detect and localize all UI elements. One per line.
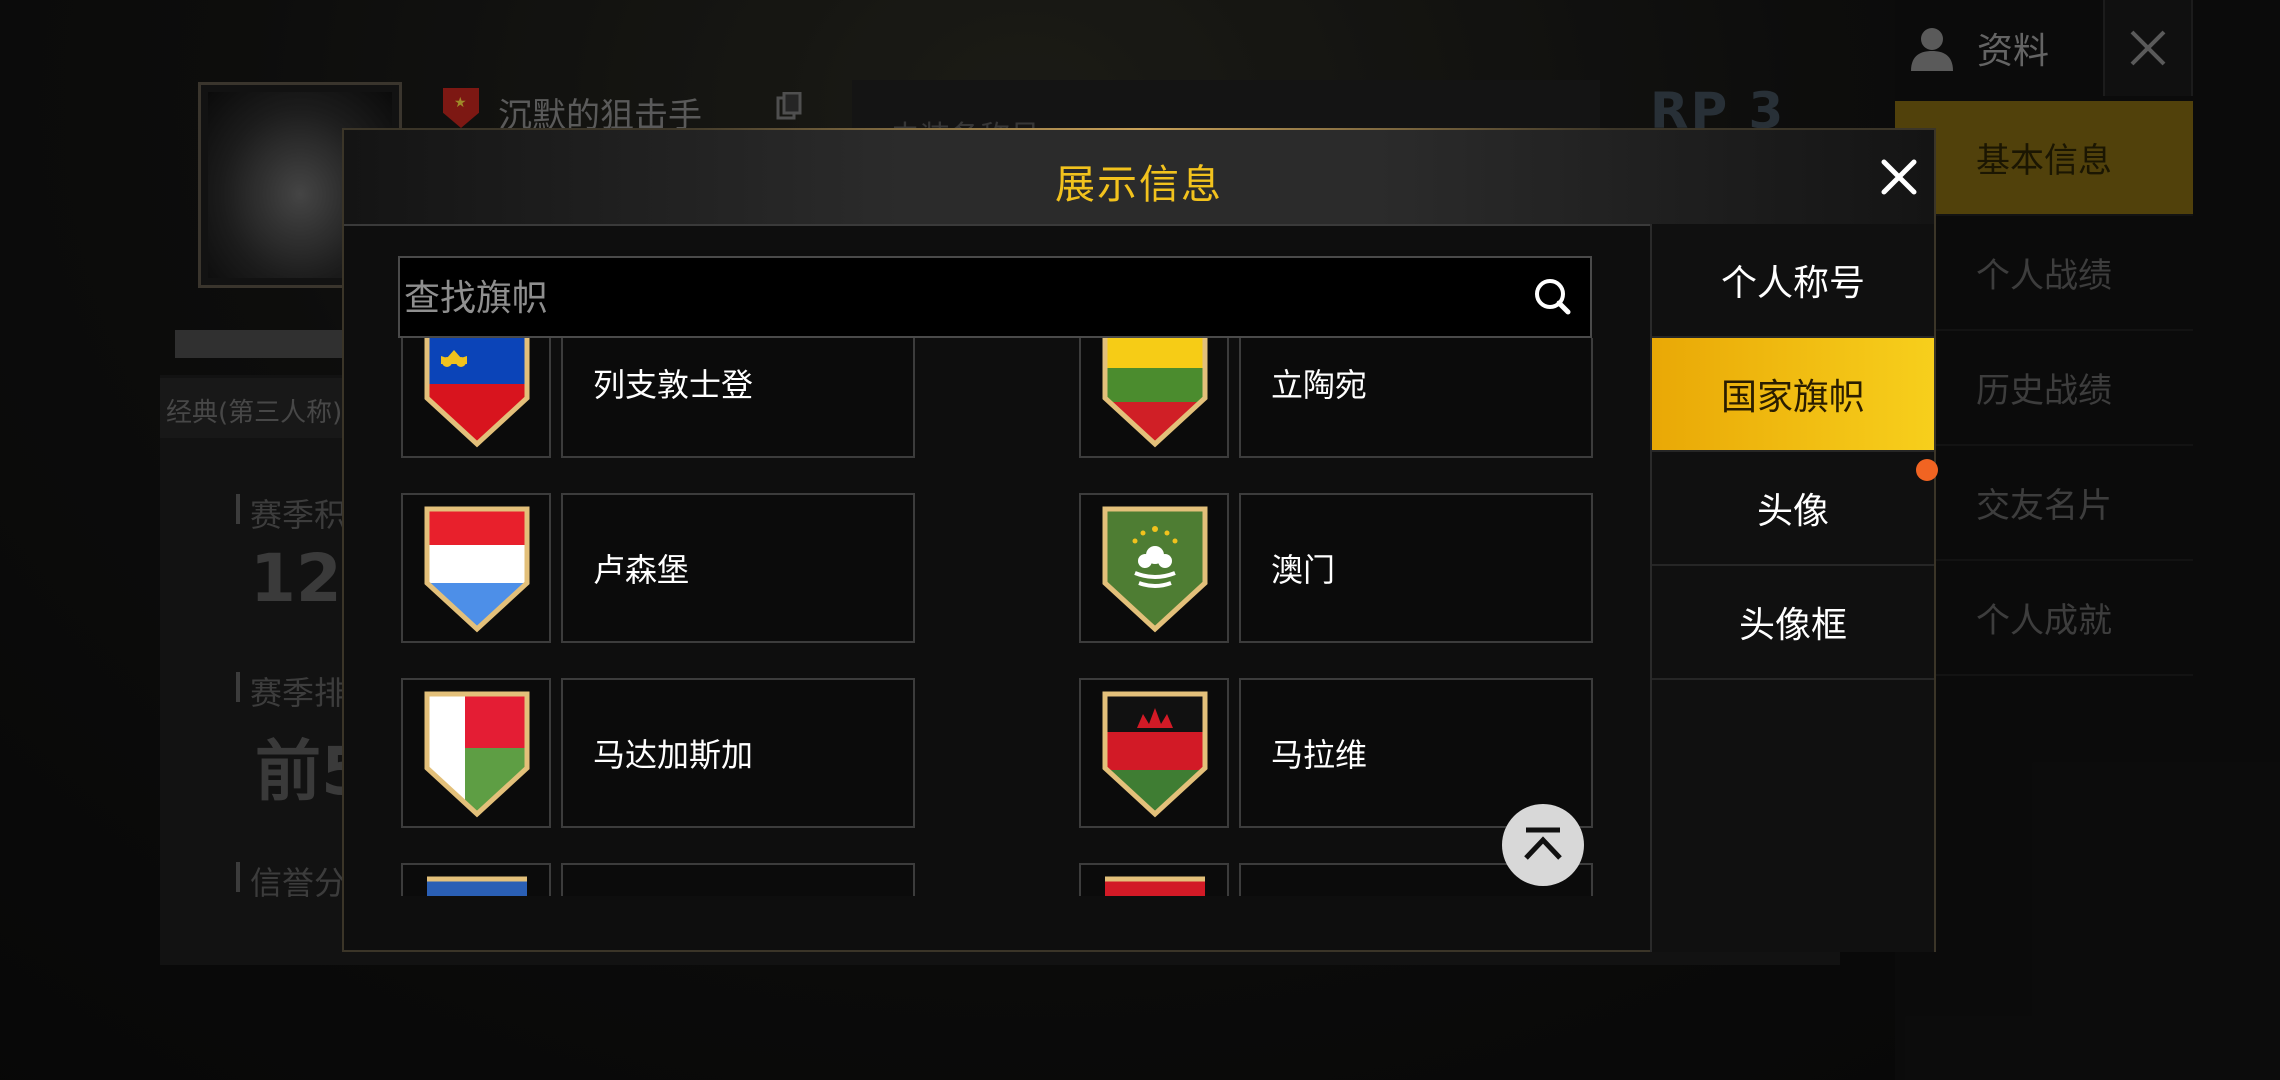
luxembourg-flag-icon: [424, 506, 530, 633]
dialog-header: 展示信息: [344, 128, 1934, 226]
flag-icon: [427, 876, 527, 896]
notification-dot: [1916, 459, 1938, 481]
flag-name-box: 澳门: [1239, 493, 1593, 643]
flag-icon: [1105, 876, 1205, 896]
flag-name: 列支敦士登: [593, 366, 754, 404]
tab-avatar[interactable]: 头像: [1652, 452, 1934, 566]
flag-name-box: [561, 863, 915, 896]
search-icon[interactable]: [1532, 276, 1572, 316]
flag-name: 卢森堡: [593, 551, 690, 589]
flag-thumbnail: [1079, 493, 1229, 643]
flag-name: 澳门: [1271, 551, 1336, 589]
macau-flag-icon: [1102, 506, 1208, 633]
display-info-dialog: 展示信息 查找旗帜 列支敦士登 立陶宛 卢森堡 澳门 马达加斯加 马拉维 个人称…: [342, 128, 1936, 952]
malawi-flag-icon: [1102, 691, 1208, 818]
flag-name: 马达加斯加: [593, 736, 754, 774]
tab-personal-title[interactable]: 个人称号: [1652, 224, 1934, 338]
dialog-tabs: 个人称号 国家旗帜 头像 头像框: [1650, 224, 1934, 952]
flag-grid: 列支敦士登 立陶宛 卢森堡 澳门 马达加斯加 马拉维: [344, 338, 1650, 896]
lithuania-flag-icon: [1102, 338, 1208, 448]
flag-name-box: 列支敦士登: [561, 338, 915, 458]
flag-name-box: 马达加斯加: [561, 678, 915, 828]
madagascar-flag-icon: [424, 691, 530, 818]
flag-thumbnail: [401, 863, 551, 896]
flag-search-box[interactable]: [398, 256, 1592, 338]
tab-avatar-frame[interactable]: 头像框: [1652, 566, 1934, 680]
flag-name-box: 卢森堡: [561, 493, 915, 643]
flag-list-area: 列支敦士登 立陶宛: [344, 224, 1650, 952]
dialog-title: 展示信息: [1055, 162, 1223, 208]
close-icon[interactable]: [1874, 152, 1924, 202]
flag-name: 立陶宛: [1271, 366, 1368, 404]
flag-thumbnail: [1079, 863, 1229, 896]
flag-thumbnail: [401, 338, 551, 458]
flag-thumbnail: [401, 678, 551, 828]
flag-name: 马拉维: [1271, 736, 1368, 774]
flag-name-box: 立陶宛: [1239, 338, 1593, 458]
flag-thumbnail: [1079, 338, 1229, 458]
liechtenstein-flag-icon: [424, 338, 530, 448]
flag-thumbnail: [1079, 678, 1229, 828]
chevron-up-icon: [1524, 827, 1562, 860]
tab-national-flag[interactable]: 国家旗帜: [1652, 338, 1934, 452]
scroll-to-top-button[interactable]: [1502, 804, 1584, 886]
flag-thumbnail: [401, 493, 551, 643]
flag-search-input[interactable]: [400, 258, 1506, 338]
